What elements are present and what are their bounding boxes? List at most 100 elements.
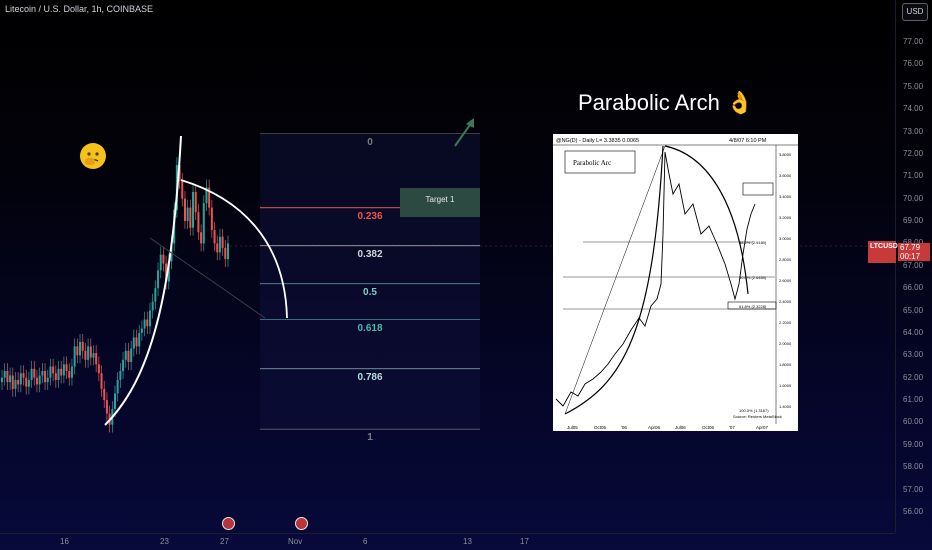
- price-tag-value: 67.79 00:17: [898, 243, 930, 261]
- event-marker-2[interactable]: [295, 517, 308, 530]
- inset-x-label: Oct05: [594, 425, 607, 430]
- candle-body: [49, 366, 52, 378]
- candle-body: [46, 377, 49, 383]
- price-axis-tick: 63.00: [903, 350, 924, 360]
- price-tag-symbol: LTCUSD: [870, 243, 898, 250]
- inset-x-label: '06: [621, 425, 627, 430]
- inset-fib-note: 38.2% (2.9180): [739, 240, 767, 245]
- candle-body: [162, 254, 165, 264]
- candle-body: [200, 232, 203, 244]
- candle-body: [17, 379, 20, 385]
- inset-x-label: '07: [729, 425, 735, 430]
- candle-body: [68, 371, 71, 378]
- inset-y-label: 2.0000: [779, 341, 792, 346]
- inset-y-label: 1.6000: [779, 383, 792, 388]
- price-axis-tick: 77.00: [903, 37, 924, 46]
- candle-body: [143, 319, 146, 329]
- candle-body: [138, 332, 141, 347]
- inset-y-label: 1.8000: [779, 362, 792, 367]
- candle-body: [54, 373, 57, 380]
- price-axis-tick: 69.00: [903, 216, 924, 226]
- inset-x-label: Jul06: [675, 425, 686, 430]
- time-axis-tick: 13: [463, 537, 472, 546]
- inset-footer: Source: Reuters MetaStock: [733, 414, 782, 419]
- candle-body: [218, 236, 221, 253]
- fib-level-label: 0.786: [357, 371, 383, 383]
- candle-body: [227, 243, 229, 260]
- price-axis-tick: 72.00: [903, 148, 924, 158]
- time-axis-tick: 27: [220, 537, 229, 546]
- candle-body: [76, 346, 79, 356]
- candle-body: [84, 350, 87, 360]
- inset-header-right: 4/8/07 6:10 PM: [729, 138, 767, 144]
- inset-y-label: 1.4000: [779, 404, 792, 409]
- fib-level-label: 0.618: [357, 322, 383, 334]
- inset-y-label: 2.8000: [779, 257, 792, 262]
- candle-body: [38, 375, 41, 385]
- inset-y-label: 3.4000: [779, 194, 792, 199]
- candle-body: [127, 350, 130, 363]
- time-axis-tick: 23: [160, 537, 169, 546]
- candle-body: [119, 371, 122, 380]
- inset-x-label: Jul05: [567, 425, 578, 430]
- time-axis-tick: 16: [60, 537, 69, 546]
- candle-body: [9, 375, 12, 383]
- candle-body: [22, 373, 25, 378]
- inset-y-label: 3.8000: [779, 152, 792, 157]
- current-price: 67.79: [900, 243, 921, 252]
- candle-body: [151, 301, 154, 311]
- candle-body: [213, 230, 216, 244]
- time-axis-tick: Nov: [288, 537, 303, 546]
- inset-y-label: 2.2000: [779, 320, 792, 325]
- candle-body: [124, 350, 127, 360]
- inset-y-label: 2.4000: [779, 299, 792, 304]
- parabolic-arch-title: Parabolic Arch 👌: [578, 90, 754, 115]
- currency-button[interactable]: USD: [902, 3, 928, 21]
- candle-body: [33, 368, 36, 378]
- candle-body: [6, 371, 9, 383]
- candle-body: [140, 328, 143, 333]
- price-axis-tick: 75.00: [903, 81, 924, 91]
- event-marker-1[interactable]: [222, 517, 235, 530]
- price-axis-tick: 67.00: [903, 260, 924, 270]
- candle-body: [202, 203, 205, 244]
- inset-header-left: @NG(D) - Daily L= 3.3835 0.0065: [556, 138, 639, 144]
- candle-body: [1, 377, 3, 383]
- candle-body: [122, 359, 125, 371]
- fib-level-label: 1: [367, 432, 373, 444]
- candle-body: [159, 254, 162, 271]
- candle-body: [157, 270, 160, 289]
- price-axis-tick: 57.00: [903, 484, 924, 494]
- candle-body: [116, 379, 119, 394]
- fib-level-label: 0: [367, 136, 373, 148]
- fib-band: [260, 135, 480, 430]
- price-axis-tick: 61.00: [903, 395, 924, 405]
- candle-body: [57, 368, 60, 380]
- inset-y-label: 3.2000: [779, 215, 792, 220]
- candle-body: [148, 310, 151, 327]
- candle-body: [62, 364, 65, 376]
- candle-body: [95, 353, 98, 365]
- inset-x-label: Apr06: [648, 425, 661, 430]
- price-axis-tick: 59.00: [903, 439, 924, 449]
- candle-body: [14, 379, 17, 389]
- symbol-title: Litecoin / U.S. Dollar, 1h, COINBASE: [5, 4, 154, 14]
- candle-body: [194, 191, 197, 213]
- candle-body: [132, 337, 135, 349]
- candle-body: [41, 371, 44, 376]
- candle-body: [52, 366, 55, 374]
- candle-body: [221, 236, 224, 248]
- time-axis-tick: 6: [363, 537, 368, 546]
- candle-body: [89, 346, 92, 358]
- price-axis-tick: 64.00: [903, 327, 924, 337]
- candle-body: [79, 341, 82, 356]
- inset-x-label: Oct06: [702, 425, 715, 430]
- candle-body: [154, 288, 157, 302]
- time-axis-tick: 17: [520, 537, 529, 546]
- price-axis-tick: 74.00: [903, 104, 924, 114]
- candle-body: [92, 353, 95, 358]
- candle-body: [105, 400, 108, 414]
- candle-body: [114, 393, 116, 410]
- inset-y-label: 2.6000: [779, 278, 792, 283]
- candle-body: [186, 207, 189, 222]
